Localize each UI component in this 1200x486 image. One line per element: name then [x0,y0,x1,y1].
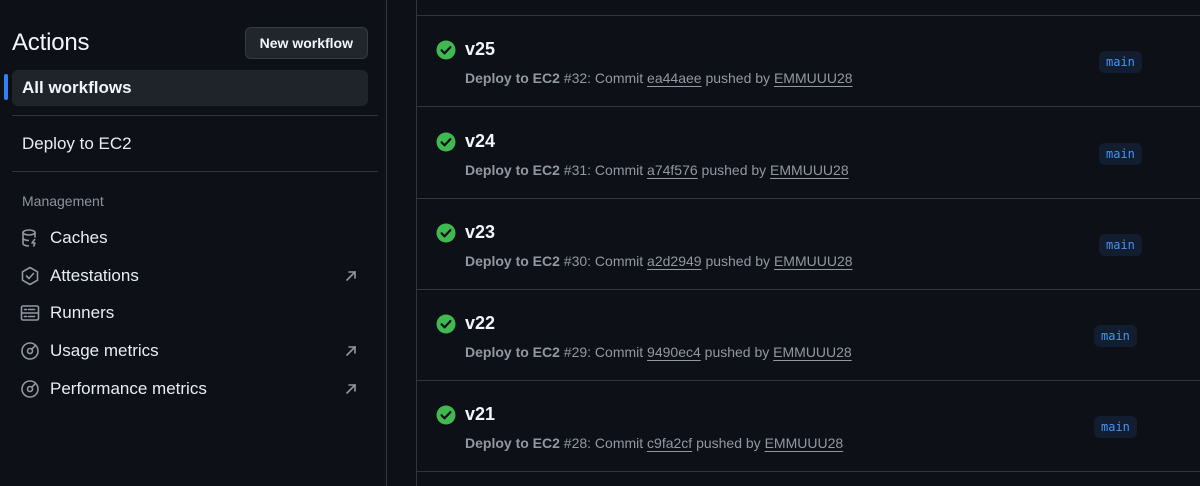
run-meta: Deploy to EC2 #29: Commit 9490ec4 pushed… [465,344,852,360]
success-check-icon [436,40,456,60]
run-workflow-name: Deploy to EC2 [465,435,560,451]
sidebar-header: Actions New workflow [12,26,368,60]
author-link[interactable]: EMMUUU28 [774,70,853,86]
branch-badge[interactable]: main [1099,143,1142,165]
sidebar-item-label: Attestations [50,266,139,285]
sidebar-item-label: Caches [50,228,108,247]
author-link[interactable]: EMMUUU28 [773,344,852,360]
workflow-run-row[interactable]: v24 Deploy to EC2 #31: Commit a74f576 pu… [417,108,1200,199]
run-number: #28 [563,435,588,451]
sidebar: Actions New workflow All workflows Deplo… [0,0,387,486]
run-title[interactable]: v24 [465,131,495,152]
run-title[interactable]: v23 [465,222,495,243]
run-commit-prefix: : Commit [587,162,648,178]
active-nav-indicator [4,74,8,100]
commit-sha-link[interactable]: 9490ec4 [647,344,701,360]
commit-sha-link[interactable]: a2d2949 [647,253,702,269]
run-title[interactable]: v21 [465,404,495,425]
branch-badge[interactable]: main [1094,416,1137,438]
workflow-run-row[interactable]: v25 Deploy to EC2 #32: Commit ea44aee pu… [417,16,1200,107]
run-meta: Deploy to EC2 #28: Commit c9fa2cf pushed… [465,435,843,451]
run-workflow-name: Deploy to EC2 [465,162,560,178]
workflow-run-row[interactable]: v21 Deploy to EC2 #28: Commit c9fa2cf pu… [417,381,1200,472]
sidebar-divider [12,115,378,116]
run-pushed-by: pushed by [700,344,774,360]
run-commit-prefix: : Commit [587,253,648,269]
run-meta: Deploy to EC2 #32: Commit ea44aee pushed… [465,70,853,86]
run-title[interactable]: v22 [465,313,495,334]
meter-icon [20,341,40,361]
sidebar-item-caches[interactable]: Caches [20,223,366,253]
attestation-badge-icon [20,266,40,286]
meter-icon [20,379,40,399]
commit-sha-link[interactable]: a74f576 [647,162,698,178]
success-check-icon [436,132,456,152]
server-rack-icon [20,303,40,323]
sidebar-item-label: Performance metrics [50,379,207,398]
branch-badge[interactable]: main [1099,234,1142,256]
run-pushed-by: pushed by [692,435,765,451]
run-number: #32 [563,70,588,86]
run-commit-prefix: : Commit [587,70,648,86]
run-number: #31 [563,162,588,178]
commit-sha-link[interactable]: c9fa2cf [647,435,692,451]
run-commit-prefix: : Commit [587,344,648,360]
sidebar-item-usage-metrics[interactable]: Usage metrics [20,336,366,366]
run-pushed-by: pushed by [701,70,774,86]
sidebar-divider [12,171,378,172]
branch-badge[interactable]: main [1099,51,1142,73]
run-workflow-name: Deploy to EC2 [465,70,560,86]
run-workflow-name: Deploy to EC2 [465,253,560,269]
external-link-icon [344,382,358,396]
run-pushed-by: pushed by [697,162,771,178]
database-icon [20,228,40,248]
sidebar-item-runners[interactable]: Runners [20,298,366,328]
branch-badge[interactable]: main [1094,325,1137,347]
sidebar-item-performance-metrics[interactable]: Performance metrics [20,374,366,404]
success-check-icon [436,405,456,425]
author-link[interactable]: EMMUUU28 [765,435,844,451]
run-commit-prefix: : Commit [587,435,648,451]
run-meta: Deploy to EC2 #31: Commit a74f576 pushed… [465,162,849,178]
run-workflow-name: Deploy to EC2 [465,344,560,360]
new-workflow-button[interactable]: New workflow [244,27,368,59]
sidebar-item-attestations[interactable]: Attestations [20,261,366,291]
run-pushed-by: pushed by [701,253,774,269]
sidebar-item-label: Runners [50,303,115,322]
author-link[interactable]: EMMUUU28 [770,162,849,178]
external-link-icon [344,269,358,283]
workflow-run-row[interactable]: v23 Deploy to EC2 #30: Commit a2d2949 pu… [417,199,1200,290]
run-number: #29 [563,344,588,360]
sidebar-item-all-workflows[interactable]: All workflows [12,70,368,106]
run-title[interactable]: v25 [465,39,495,60]
management-section-label: Management [22,193,104,209]
workflow-run-row[interactable]: v22 Deploy to EC2 #29: Commit 9490ec4 pu… [417,290,1200,381]
sidebar-item-deploy-to-ec2[interactable]: Deploy to EC2 [12,126,368,162]
sidebar-item-label: Usage metrics [50,341,159,360]
page-title: Actions [12,29,90,56]
external-link-icon [344,344,358,358]
workflow-runs-list: v25 Deploy to EC2 #32: Commit ea44aee pu… [416,0,1200,486]
commit-sha-link[interactable]: ea44aee [647,70,702,86]
author-link[interactable]: EMMUUU28 [774,253,853,269]
success-check-icon [436,223,456,243]
success-check-icon [436,314,456,334]
run-meta: Deploy to EC2 #30: Commit a2d2949 pushed… [465,253,853,269]
run-number: #30 [563,253,588,269]
actions-page: Actions New workflow All workflows Deplo… [0,0,1200,486]
